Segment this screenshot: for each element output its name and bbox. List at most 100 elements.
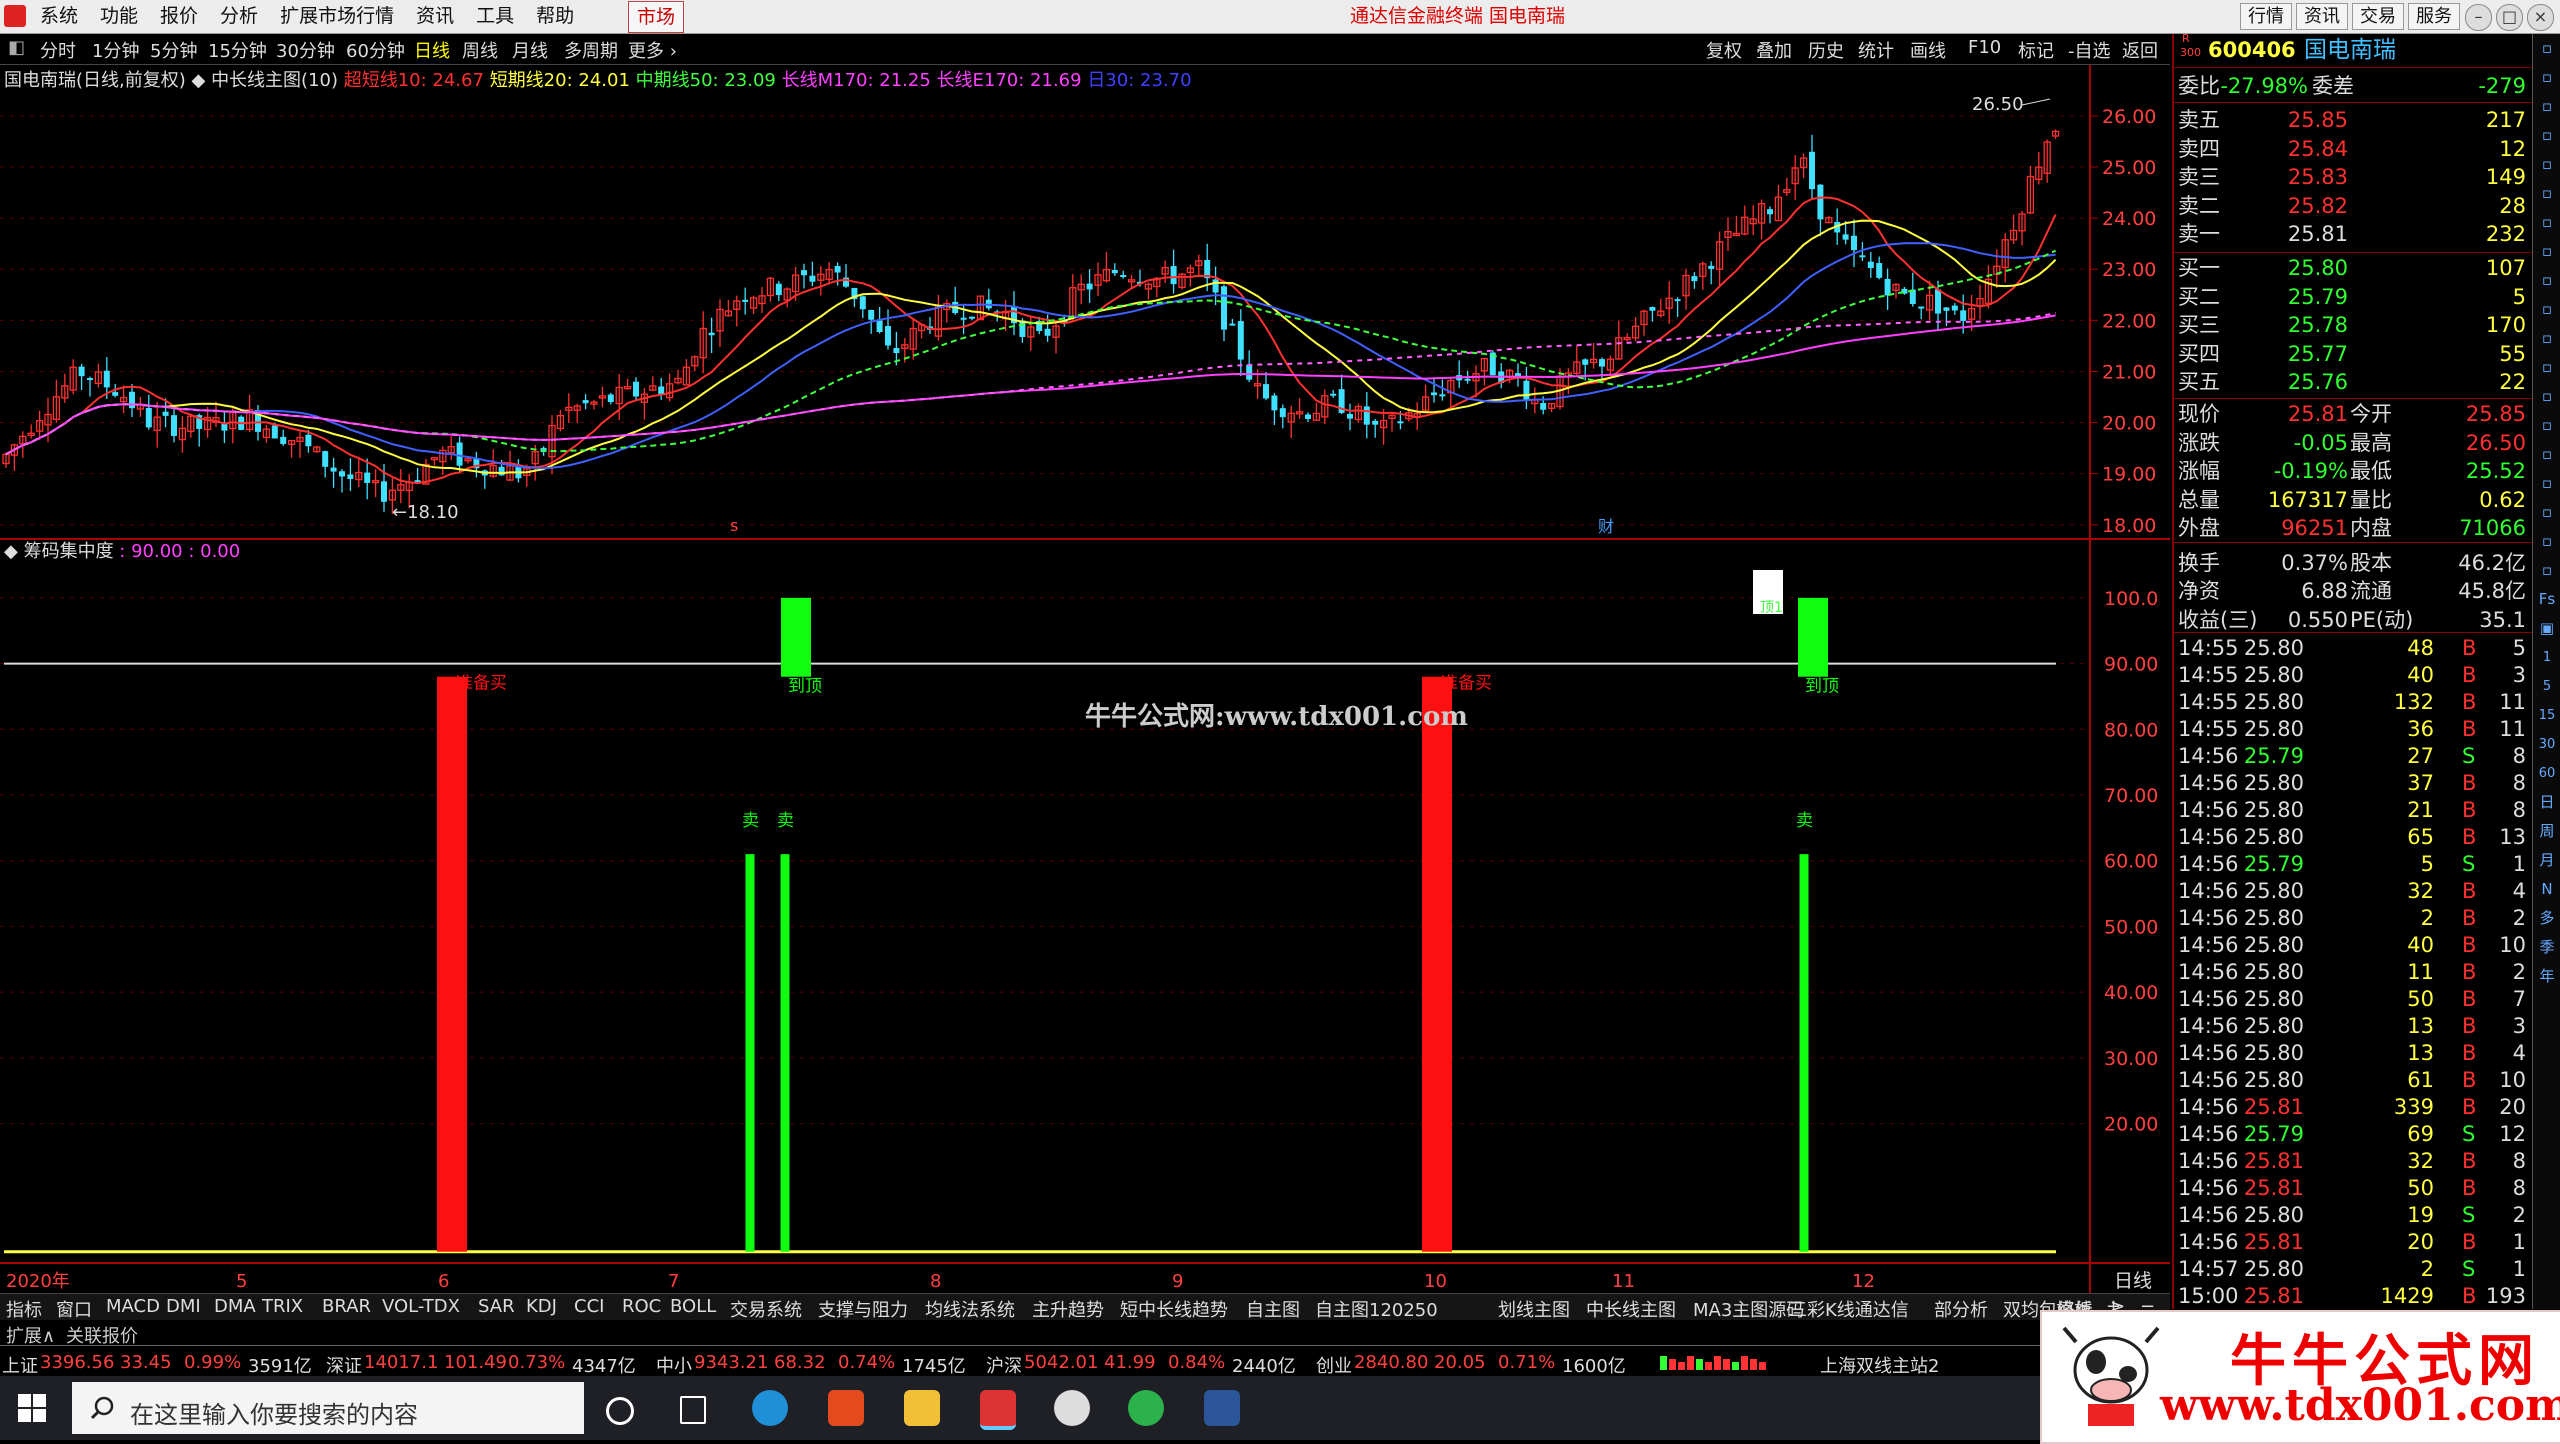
indicator-tab-18[interactable]: 自主图	[1246, 1296, 1300, 1322]
buy-level-2[interactable]: 买二 25.79 5	[2174, 283, 2532, 311]
stat-row-3[interactable]: 总量 167317 量比 0.62	[2174, 486, 2532, 514]
tick-row[interactable]: 14:55 25.80 132 B 11	[2174, 688, 2532, 716]
period-2[interactable]: 5分钟	[150, 37, 197, 63]
tick-row[interactable]: 14:56 25.79 27 S 8	[2174, 742, 2532, 770]
kline-chart[interactable]: 26.00 25.00 24.00 23.00 22.00 21.00 20.00 19.00…	[0, 65, 2170, 1305]
top-button-2[interactable]: 交易	[2352, 3, 2404, 30]
indicator-tab-15[interactable]: 均线法系统	[925, 1296, 1015, 1322]
indicator-tab-9[interactable]: KDJ	[526, 1296, 557, 1317]
toolbar-right-2[interactable]: 历史	[1808, 37, 1844, 63]
period-5[interactable]: 60分钟	[346, 37, 405, 63]
target-icon[interactable]: ▫	[2533, 527, 2560, 556]
period-9[interactable]: 多周期	[564, 37, 618, 63]
tick-row[interactable]: 14:56 25.80 50 B 7	[2174, 985, 2532, 1013]
buy-level-1[interactable]: 买一 25.80 107	[2174, 254, 2532, 282]
buy-level-5[interactable]: 买五 25.76 22	[2174, 368, 2532, 396]
index-label[interactable]: 沪深	[986, 1352, 1022, 1378]
taskbar-search-box[interactable]: 在这里输入你要搜索的内容	[72, 1382, 584, 1434]
market-tab[interactable]: 市场	[628, 1, 685, 33]
tick-row[interactable]: 14:56 25.81 50 B 8	[2174, 1174, 2532, 1202]
tick-row[interactable]: 14:56 25.80 61 B 10	[2174, 1066, 2532, 1094]
chart-icon[interactable]: ▫	[2533, 179, 2560, 208]
indicator-tab-11[interactable]: ROC	[622, 1296, 661, 1317]
money-icon[interactable]: ▫	[2533, 498, 2560, 527]
indicator-tab-24[interactable]: 部分析	[1934, 1296, 1988, 1322]
toolbar-right-6[interactable]: 标记	[2018, 37, 2054, 63]
stat-row-7[interactable]: 收益(三) 0.550 PE(动) 35.1	[2174, 606, 2532, 634]
rsi-icon[interactable]: ▫	[2533, 469, 2560, 498]
panel-toggle-icon[interactable]: ◧	[8, 37, 25, 58]
finance-icon[interactable]: ▫	[2533, 324, 2560, 353]
sidebar-period-4[interactable]: 多	[2533, 904, 2560, 933]
menu-item-3[interactable]: 分析	[220, 5, 258, 27]
period-7[interactable]: 周线	[462, 37, 498, 63]
toolbar-right-3[interactable]: 统计	[1858, 37, 1894, 63]
index-label[interactable]: 中小	[656, 1352, 692, 1378]
table-icon[interactable]: ▫	[2533, 266, 2560, 295]
top-button-0[interactable]: 行情	[2240, 3, 2292, 30]
tick-row[interactable]: 14:57 25.80 2 S 1	[2174, 1255, 2532, 1283]
stock-app-icon[interactable]	[1054, 1390, 1090, 1426]
tick-row[interactable]: 14:56 25.80 32 B 4	[2174, 877, 2532, 905]
indicator-tab-21[interactable]: 中长线主图	[1586, 1296, 1676, 1322]
tick-row[interactable]: 14:56 25.80 13 B 4	[2174, 1039, 2532, 1067]
toolbar-right-8[interactable]: 返回	[2122, 37, 2158, 63]
top-button-3[interactable]: 服务	[2408, 3, 2460, 30]
menu-item-5[interactable]: 资讯	[416, 5, 454, 27]
compass-icon[interactable]: ▫	[2533, 411, 2560, 440]
indicator-tab-1[interactable]: 窗口	[56, 1296, 92, 1322]
indicator-tab-16[interactable]: 主升趋势	[1032, 1296, 1104, 1322]
indicator-tab-12[interactable]: BOLL	[670, 1296, 716, 1317]
toolbar-right-1[interactable]: 叠加	[1756, 37, 1792, 63]
arrow-up-icon[interactable]: ▫	[2533, 63, 2560, 92]
maximize-icon[interactable]: □	[2496, 4, 2523, 31]
kline-icon[interactable]: ▫	[2533, 208, 2560, 237]
edge-icon[interactable]	[752, 1390, 788, 1426]
task-view-icon[interactable]	[680, 1396, 706, 1424]
minimize-icon[interactable]: –	[2465, 4, 2492, 31]
menu-item-4[interactable]: 扩展市场行情	[280, 5, 394, 27]
sell-level-1[interactable]: 卖一 25.81 232	[2174, 220, 2532, 248]
indicator-tab-7[interactable]: VOL-TDX	[382, 1296, 460, 1317]
menu-item-7[interactable]: 帮助	[536, 5, 574, 27]
indicator-tab-14[interactable]: 支撑与阻力	[818, 1296, 908, 1322]
tick-row[interactable]: 14:56 25.80 13 B 3	[2174, 1012, 2532, 1040]
period-1[interactable]: 1分钟	[92, 37, 139, 63]
index-label[interactable]: 深证	[326, 1352, 362, 1378]
sidebar-period-6[interactable]: 年	[2533, 962, 2560, 991]
pen-icon[interactable]: ▫	[2533, 556, 2560, 585]
fs-icon[interactable]: Fs	[2533, 585, 2560, 614]
tick-row[interactable]: 14:56 25.81 339 B 20	[2174, 1093, 2532, 1121]
period-min-5[interactable]: 5	[2533, 672, 2560, 701]
stat-row-1[interactable]: 涨跌 -0.05 最高 26.50	[2174, 429, 2532, 457]
tick-row[interactable]: 14:56 25.79 69 S 12	[2174, 1120, 2532, 1148]
indicator-tab-13[interactable]: 交易系统	[730, 1296, 802, 1322]
menu-item-1[interactable]: 功能	[100, 5, 138, 27]
stat-row-6[interactable]: 净资 6.88 流通 45.8亿	[2174, 577, 2532, 605]
menu-item-6[interactable]: 工具	[476, 5, 514, 27]
toolbar-right-5[interactable]: F10	[1968, 37, 2001, 58]
toolbar-right-0[interactable]: 复权	[1706, 37, 1742, 63]
tick-row[interactable]: 15:00 25.81 1429 B 193	[2174, 1282, 2532, 1310]
period-min-30[interactable]: 30	[2533, 730, 2560, 759]
period-0[interactable]: 分时	[40, 37, 76, 63]
indicator-tab-20[interactable]: 划线主图	[1498, 1296, 1570, 1322]
file-explorer-icon[interactable]	[904, 1390, 940, 1426]
stat-row-2[interactable]: 涨幅 -0.19% 最低 25.52	[2174, 457, 2532, 485]
tick-row[interactable]: 14:55 25.80 48 B 5	[2174, 634, 2532, 662]
indicator-tab-0[interactable]: 指标	[6, 1296, 42, 1322]
stat-row-5[interactable]: 换手 0.37% 股本 46.2亿	[2174, 549, 2532, 577]
top-button-1[interactable]: 资讯	[2296, 3, 2348, 30]
word-icon[interactable]	[1204, 1390, 1240, 1426]
indicator-tab-19[interactable]: 自主图120250	[1315, 1296, 1438, 1322]
period-6[interactable]: 日线	[414, 37, 450, 63]
menu-item-2[interactable]: 报价	[160, 5, 198, 27]
buy-level-4[interactable]: 买四 25.77 55	[2174, 340, 2532, 368]
sidebar-period-5[interactable]: 季	[2533, 933, 2560, 962]
tool-icon[interactable]: ▫	[2533, 382, 2560, 411]
sell-level-3[interactable]: 卖三 25.83 149	[2174, 163, 2532, 191]
list-icon[interactable]: ▫	[2533, 121, 2560, 150]
office-icon[interactable]	[828, 1390, 864, 1426]
index-label[interactable]: 创业	[1316, 1352, 1352, 1378]
sidebar-period-0[interactable]: 日	[2533, 788, 2560, 817]
